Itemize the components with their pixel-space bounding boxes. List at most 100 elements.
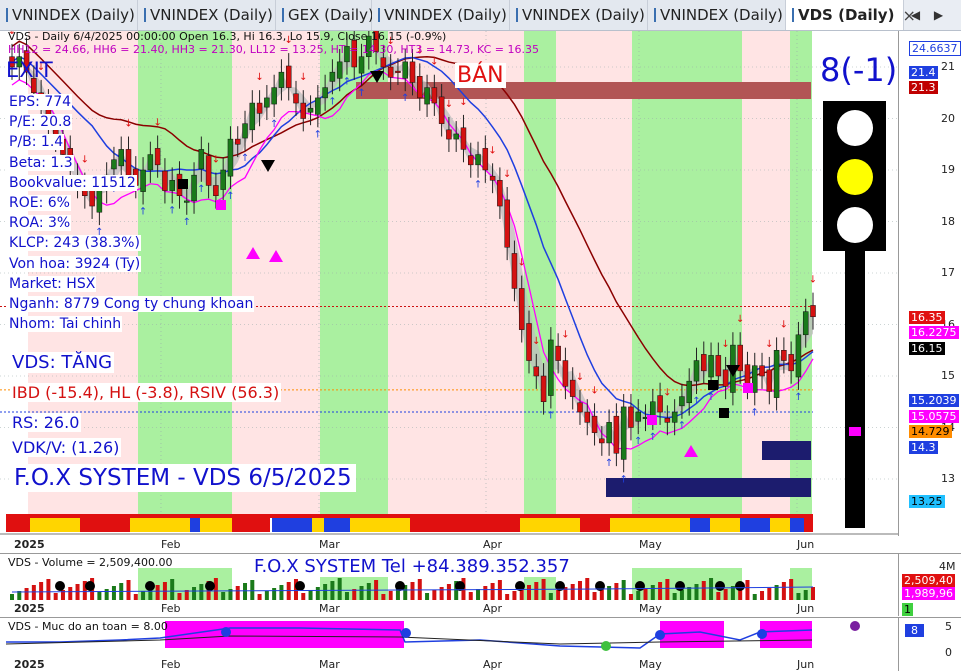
volume-bar [279,585,284,600]
candle-body [220,169,226,190]
volume-bar [388,591,393,600]
volume-bar [301,593,306,600]
buy-arrow: ↑ [794,392,802,403]
sell-arrow: ↓ [445,99,453,110]
volume-bar [716,592,721,600]
candle-body [402,61,408,79]
candle-body [759,365,765,377]
safety-dot [655,630,665,640]
safety-axis[interactable]: 0 5 8 [898,617,961,671]
chart-icon [282,8,284,22]
tab-3[interactable]: GEX (Daily) [276,0,374,30]
price-axis[interactable]: 13141516171819202124.663721.421.316.3516… [898,31,961,536]
tab-4[interactable]: VNINDEX (Daily) [372,0,510,30]
candle-body [264,97,270,108]
volume-bar [97,592,102,600]
volume-bar [308,590,313,600]
vdk-line: VDK/V: (1.26) [10,438,122,457]
candle-body [380,57,387,68]
candle-body [657,395,663,413]
price-chart-pane[interactable]: ↓↓↓↓↓↓↑↑↓↑↓↑↑↑↓↑↑↓↑↓↓↑↑↑↑↓↓↑↓↓↓↓↑↓↓↓↓↑↓↓… [0,31,898,551]
tab-1[interactable]: VNINDEX (Daily) [0,0,138,30]
volume-bar [701,581,706,600]
volume-bar [803,590,808,600]
x-tick-label: May [639,602,662,615]
volume-bar [650,585,655,600]
volume-bar [199,584,204,600]
candle-body [671,411,678,423]
volume-axis[interactable]: 4M 2,509,40 1,989,96 1 [898,553,961,616]
buy-arrow: ↑ [314,129,322,140]
tab-5[interactable]: VNINDEX (Daily) [510,0,648,30]
volume-bar [534,582,539,600]
volume-bar [767,588,772,600]
volume-bar [250,580,255,600]
signal-square-magenta [647,415,657,425]
buy-arrow: ↑ [270,119,278,130]
tab-2[interactable]: VNINDEX (Daily) [138,0,276,30]
volume-bar [432,590,437,600]
tab-7[interactable]: VDS (Daily) × [786,0,916,30]
sell-arrow: ↓ [736,314,744,325]
x-tick-label: Feb [161,658,180,671]
candle-body [555,345,561,361]
price-tag: 16.35 [909,311,945,324]
tab-label: GEX (Daily) [288,6,374,24]
volume-bar [468,592,473,600]
volume-bar [527,585,532,600]
volume-bar [781,582,786,600]
traffic-light-pole [845,251,865,528]
volume-bar [643,588,648,600]
volume-bar [694,584,699,600]
safety-pane[interactable]: 2025 Feb Mar Apr May Jun VDS - Muc do an toan… [0,617,898,671]
chevron-right-icon[interactable]: ▶ [934,8,943,22]
candle-body [431,87,438,104]
y-tick-label: 17 [941,266,955,279]
x-tick-label: 2025 [14,538,45,551]
chart-icon [792,8,794,22]
candle-body [460,127,467,150]
volume-tag: 1 [902,603,913,616]
x-tick-label: Feb [161,602,180,615]
buy-arrow: ↑ [547,410,555,421]
volume-bar [723,589,728,600]
tab-bar: VNINDEX (Daily) VNINDEX (Daily) GEX (Daily… [0,0,961,31]
volume-bar [68,587,73,600]
volume-bar [439,587,444,600]
regime-band [138,31,232,514]
volume-bar [53,593,58,600]
candle-body [584,411,591,423]
buy-arrow: ↑ [605,458,613,469]
chevron-left-icon[interactable]: ◀ [911,8,920,22]
sell-arrow: ↓ [590,385,598,396]
candle-body [322,87,328,99]
sell-arrow: ↓ [488,145,496,156]
price-tag: 21.3 [909,81,938,94]
volume-bar [760,591,765,600]
y-tick-label: 4M [939,560,956,573]
volume-bar [24,588,29,600]
traffic-light-top [837,110,873,146]
candle-body [802,311,809,336]
volume-bar [621,580,626,600]
volume-bar [104,589,109,600]
candle-body [387,66,394,78]
volume-bar [323,584,328,600]
volume-bar [592,592,597,600]
volume-bar [192,587,197,600]
volume-pane[interactable]: 2025 Feb Mar Apr May Jun VDS - Volume = 2,509… [0,553,898,616]
safety-indicator-dot [850,621,860,631]
volume-bar [170,579,175,600]
volume-bar [548,593,553,600]
fundamental-7: ROA: 3% [8,215,72,232]
candle-body [781,350,787,361]
volume-bar [709,578,714,600]
candle-body [599,438,605,444]
candle-body [701,354,707,372]
tab-6[interactable]: VNINDEX (Daily) [648,0,786,30]
candle-body [722,369,729,387]
chart-icon [6,8,8,22]
chart-icon [144,8,146,22]
candle-body [489,175,496,181]
buy-arrow: ↑ [692,396,700,407]
